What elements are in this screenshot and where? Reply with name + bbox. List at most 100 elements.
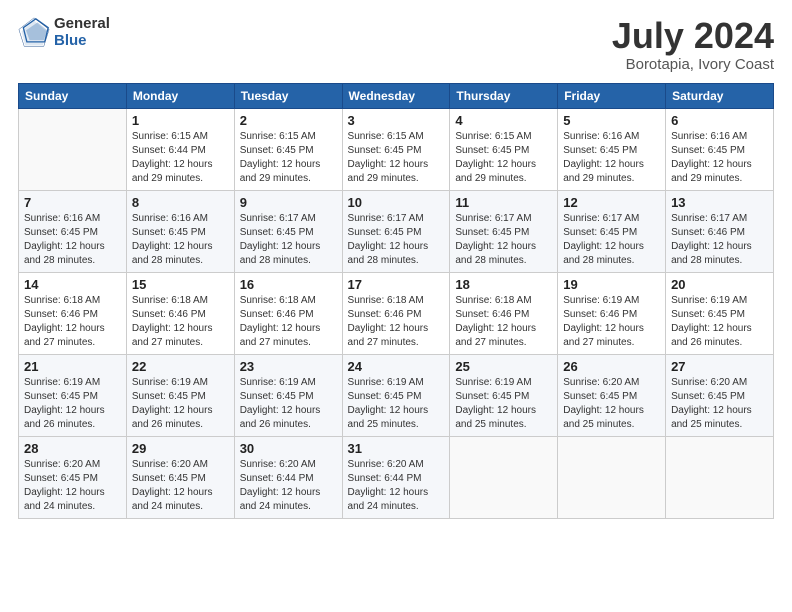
day-number: 12 xyxy=(563,195,660,210)
table-row: 21 Sunrise: 6:19 AM Sunset: 6:45 PM Dayli… xyxy=(19,354,127,436)
day-number: 14 xyxy=(24,277,121,292)
day-number: 31 xyxy=(348,441,445,456)
location: Borotapia, Ivory Coast xyxy=(612,56,774,73)
day-number: 16 xyxy=(240,277,337,292)
day-number: 7 xyxy=(24,195,121,210)
day-number: 4 xyxy=(455,113,552,128)
day-info: Sunrise: 6:16 AM Sunset: 6:45 PM Dayligh… xyxy=(563,130,660,186)
day-info: Sunrise: 6:19 AM Sunset: 6:45 PM Dayligh… xyxy=(455,376,552,432)
day-number: 5 xyxy=(563,113,660,128)
day-info: Sunrise: 6:19 AM Sunset: 6:45 PM Dayligh… xyxy=(348,376,445,432)
day-number: 28 xyxy=(24,441,121,456)
col-thursday: Thursday xyxy=(450,83,558,108)
table-row: 8 Sunrise: 6:16 AM Sunset: 6:45 PM Daylig… xyxy=(126,190,234,272)
page: General Blue July 2024 Borotapia, Ivory … xyxy=(0,0,792,612)
day-number: 22 xyxy=(132,359,229,374)
day-info: Sunrise: 6:17 AM Sunset: 6:46 PM Dayligh… xyxy=(671,212,768,268)
day-info: Sunrise: 6:18 AM Sunset: 6:46 PM Dayligh… xyxy=(240,294,337,350)
day-number: 1 xyxy=(132,113,229,128)
table-row: 2 Sunrise: 6:15 AM Sunset: 6:45 PM Daylig… xyxy=(234,108,342,190)
table-row: 13Sunrise: 6:17 AM Sunset: 6:46 PM Dayli… xyxy=(666,190,774,272)
calendar-week-row: 21 Sunrise: 6:19 AM Sunset: 6:45 PM Dayli… xyxy=(19,354,774,436)
calendar-table: Sunday Monday Tuesday Wednesday Thursday… xyxy=(18,83,774,519)
title-block: July 2024 Borotapia, Ivory Coast xyxy=(612,16,774,73)
logo-text: General Blue xyxy=(54,16,110,49)
day-info: Sunrise: 6:19 AM Sunset: 6:46 PM Dayligh… xyxy=(563,294,660,350)
day-number: 24 xyxy=(348,359,445,374)
calendar-header-row: Sunday Monday Tuesday Wednesday Thursday… xyxy=(19,83,774,108)
day-number: 17 xyxy=(348,277,445,292)
table-row: 31Sunrise: 6:20 AM Sunset: 6:44 PM Dayli… xyxy=(342,436,450,518)
day-number: 19 xyxy=(563,277,660,292)
table-row: 3Sunrise: 6:15 AM Sunset: 6:45 PM Daylig… xyxy=(342,108,450,190)
col-tuesday: Tuesday xyxy=(234,83,342,108)
day-info: Sunrise: 6:16 AM Sunset: 6:45 PM Dayligh… xyxy=(132,212,229,268)
day-info: Sunrise: 6:15 AM Sunset: 6:44 PM Dayligh… xyxy=(132,130,229,186)
day-number: 26 xyxy=(563,359,660,374)
day-number: 18 xyxy=(455,277,552,292)
day-number: 27 xyxy=(671,359,768,374)
table-row: 23Sunrise: 6:19 AM Sunset: 6:45 PM Dayli… xyxy=(234,354,342,436)
day-info: Sunrise: 6:20 AM Sunset: 6:45 PM Dayligh… xyxy=(671,376,768,432)
day-info: Sunrise: 6:17 AM Sunset: 6:45 PM Dayligh… xyxy=(563,212,660,268)
day-number: 10 xyxy=(348,195,445,210)
month-title: July 2024 xyxy=(612,16,774,56)
table-row xyxy=(450,436,558,518)
table-row: 27 Sunrise: 6:20 AM Sunset: 6:45 PM Dayli… xyxy=(666,354,774,436)
table-row: 24 Sunrise: 6:19 AM Sunset: 6:45 PM Dayli… xyxy=(342,354,450,436)
table-row: 28 Sunrise: 6:20 AM Sunset: 6:45 PM Dayli… xyxy=(19,436,127,518)
table-row: 22Sunrise: 6:19 AM Sunset: 6:45 PM Dayli… xyxy=(126,354,234,436)
day-info: Sunrise: 6:18 AM Sunset: 6:46 PM Dayligh… xyxy=(455,294,552,350)
table-row: 17Sunrise: 6:18 AM Sunset: 6:46 PM Dayli… xyxy=(342,272,450,354)
table-row: 12 Sunrise: 6:17 AM Sunset: 6:45 PM Dayli… xyxy=(558,190,666,272)
day-number: 2 xyxy=(240,113,337,128)
table-row: 7Sunrise: 6:16 AM Sunset: 6:45 PM Daylig… xyxy=(19,190,127,272)
table-row: 18 Sunrise: 6:18 AM Sunset: 6:46 PM Dayli… xyxy=(450,272,558,354)
day-number: 20 xyxy=(671,277,768,292)
table-row: 10 Sunrise: 6:17 AM Sunset: 6:45 PM Dayli… xyxy=(342,190,450,272)
col-sunday: Sunday xyxy=(19,83,127,108)
calendar-week-row: 28 Sunrise: 6:20 AM Sunset: 6:45 PM Dayli… xyxy=(19,436,774,518)
day-number: 21 xyxy=(24,359,121,374)
logo-icon xyxy=(18,17,50,49)
table-row: 9Sunrise: 6:17 AM Sunset: 6:45 PM Daylig… xyxy=(234,190,342,272)
day-info: Sunrise: 6:15 AM Sunset: 6:45 PM Dayligh… xyxy=(240,130,337,186)
table-row xyxy=(558,436,666,518)
day-number: 8 xyxy=(132,195,229,210)
day-info: Sunrise: 6:16 AM Sunset: 6:45 PM Dayligh… xyxy=(671,130,768,186)
calendar-week-row: 7 Sunrise: 6:16 AM Sunset: 6:45 PM Daylig… xyxy=(19,190,774,272)
day-info: Sunrise: 6:19 AM Sunset: 6:45 PM Dayligh… xyxy=(24,376,121,432)
day-number: 11 xyxy=(455,195,552,210)
table-row xyxy=(666,436,774,518)
day-info: Sunrise: 6:17 AM Sunset: 6:45 PM Dayligh… xyxy=(240,212,337,268)
day-info: Sunrise: 6:17 AM Sunset: 6:45 PM Dayligh… xyxy=(348,212,445,268)
table-row: 4 Sunrise: 6:15 AM Sunset: 6:45 PM Daylig… xyxy=(450,108,558,190)
day-number: 29 xyxy=(132,441,229,456)
day-info: Sunrise: 6:15 AM Sunset: 6:45 PM Dayligh… xyxy=(455,130,552,186)
day-info: Sunrise: 6:20 AM Sunset: 6:45 PM Dayligh… xyxy=(563,376,660,432)
day-number: 15 xyxy=(132,277,229,292)
logo: General Blue xyxy=(18,16,110,49)
table-row: 16 Sunrise: 6:18 AM Sunset: 6:46 PM Dayli… xyxy=(234,272,342,354)
day-info: Sunrise: 6:20 AM Sunset: 6:44 PM Dayligh… xyxy=(240,458,337,514)
table-row: 5 Sunrise: 6:16 AM Sunset: 6:45 PM Daylig… xyxy=(558,108,666,190)
calendar-week-row: 14 Sunrise: 6:18 AM Sunset: 6:46 PM Dayli… xyxy=(19,272,774,354)
day-number: 30 xyxy=(240,441,337,456)
table-row: 25Sunrise: 6:19 AM Sunset: 6:45 PM Dayli… xyxy=(450,354,558,436)
calendar-week-row: 1 Sunrise: 6:15 AM Sunset: 6:44 PM Daylig… xyxy=(19,108,774,190)
table-row xyxy=(19,108,127,190)
day-number: 3 xyxy=(348,113,445,128)
col-saturday: Saturday xyxy=(666,83,774,108)
day-number: 23 xyxy=(240,359,337,374)
table-row: 11Sunrise: 6:17 AM Sunset: 6:45 PM Dayli… xyxy=(450,190,558,272)
table-row: 15Sunrise: 6:18 AM Sunset: 6:46 PM Dayli… xyxy=(126,272,234,354)
day-info: Sunrise: 6:18 AM Sunset: 6:46 PM Dayligh… xyxy=(24,294,121,350)
table-row: 30 Sunrise: 6:20 AM Sunset: 6:44 PM Dayli… xyxy=(234,436,342,518)
logo-blue-text: Blue xyxy=(54,33,110,50)
table-row: 19 Sunrise: 6:19 AM Sunset: 6:46 PM Dayli… xyxy=(558,272,666,354)
table-row: 14 Sunrise: 6:18 AM Sunset: 6:46 PM Dayli… xyxy=(19,272,127,354)
day-info: Sunrise: 6:20 AM Sunset: 6:45 PM Dayligh… xyxy=(24,458,121,514)
table-row: 6Sunrise: 6:16 AM Sunset: 6:45 PM Daylig… xyxy=(666,108,774,190)
table-row: 26 Sunrise: 6:20 AM Sunset: 6:45 PM Dayli… xyxy=(558,354,666,436)
day-info: Sunrise: 6:20 AM Sunset: 6:45 PM Dayligh… xyxy=(132,458,229,514)
